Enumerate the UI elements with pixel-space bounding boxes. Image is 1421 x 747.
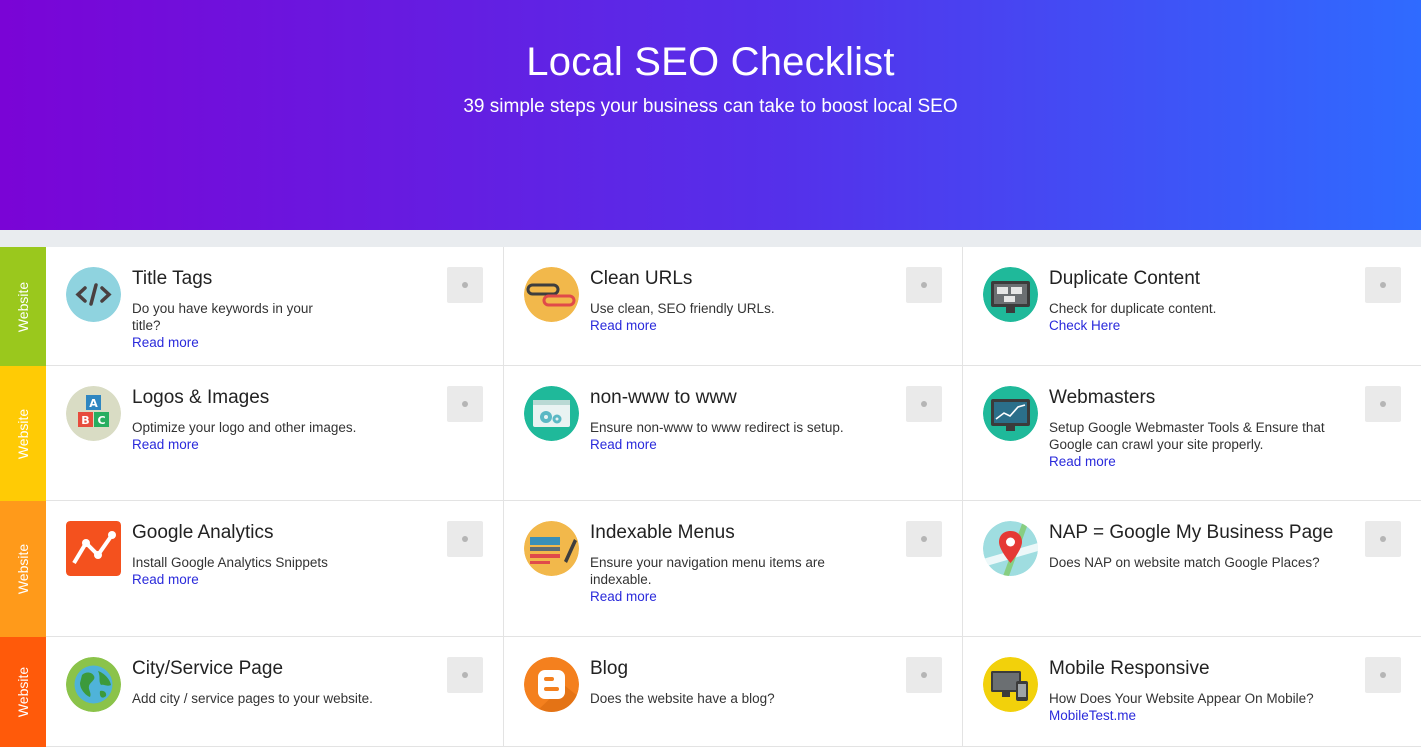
item-description: Setup Google Webmaster Tools & Ensure th… bbox=[1049, 419, 1349, 470]
checklist-row: Website A B C Logos & Images Optimize yo… bbox=[0, 366, 1421, 501]
checklist-row: Website City/Service Page Add city / ser… bbox=[0, 637, 1421, 747]
item-checkbox[interactable] bbox=[906, 386, 942, 422]
item-title: non-www to www bbox=[590, 387, 737, 408]
row-category-label: Website bbox=[0, 501, 46, 637]
page-subtitle: 39 simple steps your business can take t… bbox=[463, 96, 958, 117]
checklist-grid: Website Title Tags Do you have keywords … bbox=[0, 247, 1421, 747]
code-icon bbox=[66, 267, 121, 322]
item-description: Optimize your logo and other images. Rea… bbox=[132, 419, 432, 453]
item-description: Install Google Analytics Snippets Read m… bbox=[132, 554, 432, 588]
read-more-link[interactable]: Read more bbox=[590, 317, 800, 334]
check-here-link[interactable]: Check Here bbox=[1049, 317, 1259, 334]
checklist-item-logos-images: A B C Logos & Images Optimize your logo … bbox=[46, 366, 504, 501]
read-more-link[interactable]: Read more bbox=[132, 571, 432, 588]
checklist-item-mobile-responsive: Mobile Responsive How Does Your Website … bbox=[963, 637, 1421, 747]
header-banner: Local SEO Checklist 39 simple steps your… bbox=[0, 0, 1421, 230]
checklist-row: Website Google Analytics Install Google … bbox=[0, 501, 1421, 637]
item-description: Does NAP on website match Google Places? bbox=[1049, 555, 1320, 570]
svg-text:C: C bbox=[97, 414, 105, 427]
checklist-item-clean-urls: Clean URLs Use clean, SEO friendly URLs.… bbox=[504, 247, 963, 366]
checklist-item-nap: NAP = Google My Business Page Does NAP o… bbox=[963, 501, 1421, 637]
blogger-icon bbox=[524, 657, 579, 712]
checklist-item-non-www-to-www: non-www to www Ensure non-www to www red… bbox=[504, 366, 963, 501]
abc-blocks-icon: A B C bbox=[66, 386, 121, 441]
read-more-link[interactable]: Read more bbox=[132, 436, 432, 453]
item-description: Does the website have a blog? bbox=[590, 691, 775, 706]
map-pin-icon bbox=[983, 521, 1038, 576]
item-checkbox[interactable] bbox=[447, 386, 483, 422]
duplicate-screens-icon bbox=[983, 267, 1038, 322]
item-title: Indexable Menus bbox=[590, 522, 735, 543]
globe-icon bbox=[66, 657, 121, 712]
item-title: Logos & Images bbox=[132, 387, 270, 408]
item-title: Clean URLs bbox=[590, 268, 693, 289]
checklist-row: Website Title Tags Do you have keywords … bbox=[0, 247, 1421, 366]
item-description: Use clean, SEO friendly URLs. Read more bbox=[590, 300, 800, 334]
page-title: Local SEO Checklist bbox=[526, 40, 895, 84]
item-checkbox[interactable] bbox=[1365, 657, 1401, 693]
item-description: Do you have keywords in your title? Read… bbox=[132, 300, 342, 351]
row-category-label: Website bbox=[0, 366, 46, 501]
item-title: City/Service Page bbox=[132, 658, 284, 679]
checklist-item-title-tags: Title Tags Do you have keywords in your … bbox=[46, 247, 504, 366]
checklist-item-webmasters: Webmasters Setup Google Webmaster Tools … bbox=[963, 366, 1421, 501]
item-checkbox[interactable] bbox=[447, 657, 483, 693]
svg-text:A: A bbox=[89, 397, 98, 410]
item-title: Webmasters bbox=[1049, 387, 1156, 408]
menu-pen-icon bbox=[524, 521, 579, 576]
checklist-item-indexable-menus: Indexable Menus Ensure your navigation m… bbox=[504, 501, 963, 637]
row-category-label: Website bbox=[0, 247, 46, 366]
row-category-label: Website bbox=[0, 637, 46, 747]
read-more-link[interactable]: Read more bbox=[590, 436, 890, 453]
item-checkbox[interactable] bbox=[906, 521, 942, 557]
mobiletest-link[interactable]: MobileTest.me bbox=[1049, 707, 1349, 724]
item-description: Ensure non-www to www redirect is setup.… bbox=[590, 419, 890, 453]
item-checkbox[interactable] bbox=[906, 657, 942, 693]
item-title: Mobile Responsive bbox=[1049, 658, 1210, 679]
item-checkbox[interactable] bbox=[1365, 386, 1401, 422]
item-description: Add city / service pages to your website… bbox=[132, 691, 373, 706]
svg-text:B: B bbox=[81, 414, 89, 427]
monitor-chart-icon bbox=[983, 386, 1038, 441]
read-more-link[interactable]: Read more bbox=[590, 588, 830, 605]
checklist-item-google-analytics: Google Analytics Install Google Analytic… bbox=[46, 501, 504, 637]
checklist-item-blog: Blog Does the website have a blog? bbox=[504, 637, 963, 747]
item-checkbox[interactable] bbox=[447, 267, 483, 303]
item-title: Title Tags bbox=[132, 268, 213, 289]
item-title: Blog bbox=[590, 658, 629, 679]
item-checkbox[interactable] bbox=[1365, 267, 1401, 303]
item-checkbox[interactable] bbox=[906, 267, 942, 303]
analytics-icon bbox=[66, 521, 121, 576]
read-more-link[interactable]: Read more bbox=[1049, 453, 1349, 470]
item-description: How Does Your Website Appear On Mobile? … bbox=[1049, 690, 1349, 724]
item-title: Google Analytics bbox=[132, 522, 274, 543]
item-title: NAP = Google My Business Page bbox=[1049, 522, 1334, 543]
chain-link-icon bbox=[524, 267, 579, 322]
item-description: Check for duplicate content. Check Here bbox=[1049, 300, 1259, 334]
browser-gear-icon bbox=[524, 386, 579, 441]
item-checkbox[interactable] bbox=[447, 521, 483, 557]
item-checkbox[interactable] bbox=[1365, 521, 1401, 557]
devices-icon bbox=[983, 657, 1038, 712]
item-title: Duplicate Content bbox=[1049, 268, 1201, 289]
read-more-link[interactable]: Read more bbox=[132, 334, 342, 351]
checklist-item-duplicate-content: Duplicate Content Check for duplicate co… bbox=[963, 247, 1421, 366]
item-description: Ensure your navigation menu items are in… bbox=[590, 554, 830, 605]
checklist-item-city-service-page: City/Service Page Add city / service pag… bbox=[46, 637, 504, 747]
